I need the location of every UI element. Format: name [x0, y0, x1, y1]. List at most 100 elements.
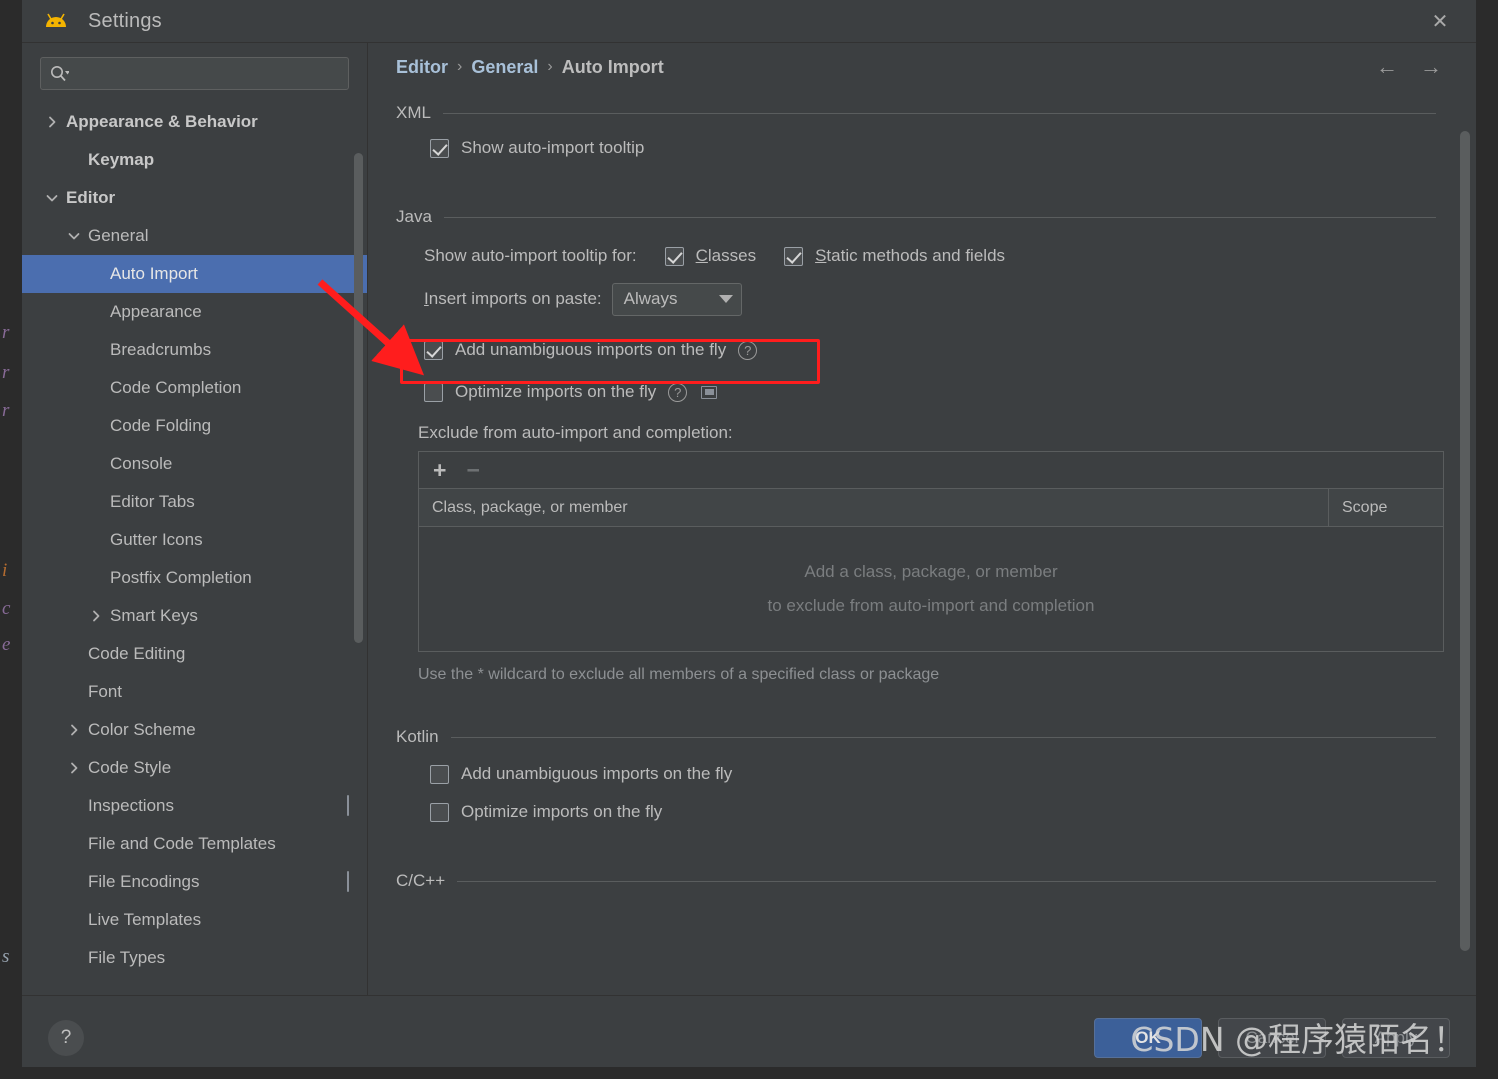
kotlin-add-unambiguous-checkbox[interactable]	[430, 764, 449, 784]
table-header: Class, package, or member Scope	[419, 489, 1443, 527]
background-bottom-edge	[0, 1067, 1498, 1079]
chevron-right-icon[interactable]	[66, 760, 82, 776]
column-header-member: Class, package, or member	[432, 498, 628, 516]
settings-tree[interactable]: Appearance & Behavior Keymap Editor General…	[22, 100, 367, 995]
sidebar-item-keymap[interactable]: Keymap	[22, 141, 367, 179]
add-button[interactable]: +	[433, 458, 446, 482]
no-chevron-spacer	[88, 456, 104, 472]
insert-on-paste-select[interactable]: Always	[611, 282, 742, 316]
scope-icon	[347, 871, 349, 892]
watermark: CSDN @程序猿陌名！	[1130, 1020, 1466, 1059]
sidebar-item-live-templates[interactable]: Live Templates	[22, 901, 367, 939]
sidebar-item-file-encodings[interactable]: File Encodings	[22, 863, 367, 901]
sidebar-item-label: Color Scheme	[88, 720, 196, 739]
background-editor-strip: rrrices	[0, 0, 22, 1079]
forward-icon[interactable]: →	[1420, 54, 1442, 80]
sidebar-item-code-folding[interactable]: Code Folding	[22, 407, 367, 445]
chevron-right-icon[interactable]	[66, 722, 82, 738]
sidebar-item-label: File and Code Templates	[88, 834, 276, 853]
sidebar-item-gutter-icons[interactable]: Gutter Icons	[22, 521, 367, 559]
scope-badge	[347, 795, 349, 816]
java-optimize-checkbox[interactable]	[424, 382, 443, 402]
wildcard-hint: Use the * wildcard to exclude all member…	[418, 666, 940, 683]
sidebar-item-color-scheme[interactable]: Color Scheme	[22, 711, 367, 749]
sidebar-item-auto-import[interactable]: Auto Import	[22, 255, 367, 293]
sidebar-item-file-and-code-templates[interactable]: File and Code Templates	[22, 825, 367, 863]
search-input[interactable]	[69, 65, 340, 82]
section-java-title: Java	[396, 207, 432, 226]
sidebar-item-font[interactable]: Font	[22, 673, 367, 711]
sidebar-scrollbar[interactable]	[354, 153, 363, 643]
kotlin-optimize-row[interactable]: Optimize imports on the fly	[430, 797, 1436, 827]
java-add-unambiguous-checkbox[interactable]	[424, 340, 443, 360]
sidebar-item-code-completion[interactable]: Code Completion	[22, 369, 367, 407]
sidebar-item-editor-tabs[interactable]: Editor Tabs	[22, 483, 367, 521]
sidebar-item-editor[interactable]: Editor	[22, 179, 367, 217]
help-icon[interactable]: ?	[668, 382, 688, 402]
sidebar-item-label: File Types	[88, 948, 166, 967]
section-xml-title: XML	[396, 103, 431, 122]
sidebar-item-label: Gutter Icons	[110, 530, 203, 549]
sidebar-item-breadcrumbs[interactable]: Breadcrumbs	[22, 331, 367, 369]
no-chevron-spacer	[66, 684, 82, 700]
kotlin-add-unambiguous-label: Add unambiguous imports on the fly	[461, 764, 733, 783]
sidebar-item-code-style[interactable]: Code Style	[22, 749, 367, 787]
pane-scrollbar[interactable]	[1460, 131, 1470, 951]
sidebar-item-console[interactable]: Console	[22, 445, 367, 483]
column-header-scope: Scope	[1328, 489, 1443, 526]
sidebar-item-appearance[interactable]: Appearance	[22, 293, 367, 331]
sidebar-item-smart-keys[interactable]: Smart Keys	[22, 597, 367, 635]
breadcrumb-part-editor[interactable]: Editor	[396, 57, 448, 78]
sidebar-item-general[interactable]: General	[22, 217, 367, 255]
java-insert-on-paste-label: Insert imports on paste:	[424, 289, 602, 308]
background-code-char: e	[2, 634, 11, 655]
empty-message-line2: to exclude from auto-import and completi…	[767, 596, 1095, 615]
back-icon[interactable]: ←	[1376, 54, 1398, 80]
remove-button: −	[466, 456, 480, 483]
scope-icon	[701, 385, 718, 399]
java-optimize-row[interactable]: Optimize imports on the fly ?	[424, 375, 1436, 409]
background-code-char: i	[2, 560, 8, 581]
help-icon[interactable]: ?	[738, 340, 758, 360]
background-code-char: r	[2, 322, 10, 343]
sidebar-item-code-editing[interactable]: Code Editing	[22, 635, 367, 673]
sidebar-item-postfix-completion[interactable]: Postfix Completion	[22, 559, 367, 597]
search-icon	[49, 64, 70, 84]
help-button[interactable]: ?	[48, 1019, 84, 1056]
search-box[interactable]	[40, 57, 349, 90]
divider	[450, 736, 1436, 738]
search-area	[22, 43, 367, 100]
no-chevron-spacer	[66, 912, 82, 928]
kotlin-optimize-checkbox[interactable]	[430, 802, 449, 822]
kotlin-add-unambiguous-row[interactable]: Add unambiguous imports on the fly	[430, 759, 1436, 789]
background-code-char: r	[2, 400, 10, 421]
no-chevron-spacer	[88, 570, 104, 586]
java-static-methods-checkbox[interactable]	[784, 246, 804, 266]
sidebar-item-file-types[interactable]: File Types	[22, 939, 367, 977]
close-icon[interactable]: ✕	[1426, 8, 1454, 36]
breadcrumb-part-general[interactable]: General	[471, 57, 538, 78]
chevron-down-icon[interactable]	[44, 190, 60, 206]
java-classes-label: Classes	[695, 246, 757, 265]
scope-icon	[347, 795, 349, 816]
xml-show-tooltip-row[interactable]: Show auto-import tooltip	[430, 133, 1436, 163]
sidebar-item-label: Code Folding	[110, 416, 212, 435]
background-code-char: r	[2, 362, 10, 383]
no-chevron-spacer	[66, 950, 82, 966]
chevron-right-icon[interactable]	[88, 608, 104, 624]
chevron-right-icon[interactable]	[44, 114, 60, 130]
background-code-char: c	[2, 598, 11, 619]
xml-show-tooltip-checkbox[interactable]	[430, 138, 449, 158]
sidebar-item-appearance-behavior[interactable]: Appearance & Behavior	[22, 103, 367, 141]
sidebar-item-label: Keymap	[88, 150, 155, 169]
chevron-down-icon[interactable]	[66, 228, 82, 244]
sidebar-item-label: Console	[110, 454, 173, 473]
java-exclude-label: Exclude from auto-import and completion:	[418, 423, 733, 442]
java-optimize-label: Optimize imports on the fly	[455, 382, 657, 401]
settings-pane: Editor › General › Auto Import ← → XML Show …	[367, 43, 1476, 995]
sidebar-item-inspections[interactable]: Inspections	[22, 787, 367, 825]
java-add-unambiguous-row[interactable]: Add unambiguous imports on the fly ?	[424, 333, 1436, 367]
sidebar-item-label: Editor	[66, 188, 116, 207]
divider	[442, 112, 1436, 114]
java-classes-checkbox[interactable]	[664, 246, 684, 266]
